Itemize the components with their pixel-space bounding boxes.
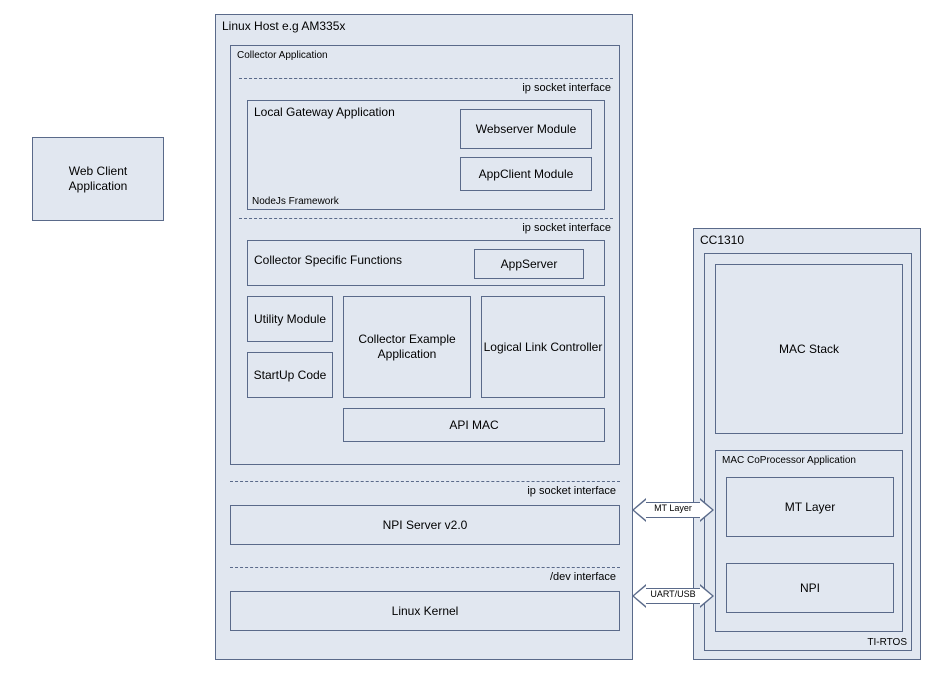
dashed-iface-3 [230, 481, 620, 482]
collector-app-title: Collector Application [231, 46, 619, 65]
mac-cop-title: MAC CoProcessor Application [716, 451, 902, 470]
cc1310-title: CC1310 [694, 229, 920, 252]
webserver-module-label: Webserver Module [476, 122, 577, 137]
iface4-label: /dev interface [216, 571, 616, 583]
llc-label: Logical Link Controller [484, 340, 603, 355]
appserver-box: AppServer [474, 249, 584, 279]
linux-kernel-box: Linux Kernel [230, 591, 620, 631]
utility-module-label: Utility Module [254, 312, 326, 327]
iface2-label: ip socket interface [231, 222, 611, 234]
appclient-module-label: AppClient Module [479, 167, 574, 182]
iface3-label: ip socket interface [216, 485, 616, 497]
dashed-iface-4 [230, 567, 620, 568]
web-client-box: Web Client Application [32, 137, 164, 221]
appclient-module-box: AppClient Module [460, 157, 592, 191]
arrow-mt-layer: MT Layer [632, 498, 714, 522]
linux-kernel-label: Linux Kernel [392, 604, 459, 619]
npi-server-box: NPI Server v2.0 [230, 505, 620, 545]
mac-cop-box: MAC CoProcessor Application MT Layer NPI [715, 450, 903, 632]
mt-layer-box: MT Layer [726, 477, 894, 537]
mac-stack-box: MAC Stack [715, 264, 903, 434]
apimac-box: API MAC [343, 408, 605, 442]
local-gateway-box: Local Gateway Application NodeJs Framewo… [247, 100, 605, 210]
collector-example-label: Collector Example Application [344, 332, 470, 362]
cc1310-box: CC1310 TI-RTOS MAC Stack MAC CoProcessor… [693, 228, 921, 660]
npi-box: NPI [726, 563, 894, 613]
collector-app-box: Collector Application ip socket interfac… [230, 45, 620, 465]
webserver-module-box: Webserver Module [460, 109, 592, 149]
nodejs-footer: NodeJs Framework [252, 196, 339, 207]
linux-host-box: Linux Host e.g AM335x Collector Applicat… [215, 14, 633, 660]
csf-box: Collector Specific Functions AppServer [247, 240, 605, 286]
startup-code-box: StartUp Code [247, 352, 333, 398]
tirtos-label: TI-RTOS [867, 637, 907, 648]
utility-module-box: Utility Module [247, 296, 333, 342]
dashed-iface-1b [239, 78, 613, 79]
linux-host-title: Linux Host e.g AM335x [216, 15, 632, 38]
npi-server-label: NPI Server v2.0 [383, 518, 468, 533]
dashed-iface-2 [239, 218, 613, 219]
arrow-uart-label: UART/USB [632, 589, 714, 599]
iface1-label: ip socket interface [231, 82, 611, 94]
startup-code-label: StartUp Code [254, 368, 327, 383]
arrow-uart-usb: UART/USB [632, 584, 714, 608]
apimac-label: API MAC [449, 418, 498, 433]
mt-layer-label: MT Layer [785, 500, 835, 515]
tirtos-box: TI-RTOS MAC Stack MAC CoProcessor Applic… [704, 253, 912, 651]
appserver-label: AppServer [501, 257, 558, 272]
web-client-label: Web Client Application [69, 164, 128, 194]
collector-example-box: Collector Example Application [343, 296, 471, 398]
llc-box: Logical Link Controller [481, 296, 605, 398]
npi-label: NPI [800, 581, 820, 596]
mac-stack-label: MAC Stack [779, 342, 839, 357]
arrow-mt-label: MT Layer [632, 503, 714, 513]
